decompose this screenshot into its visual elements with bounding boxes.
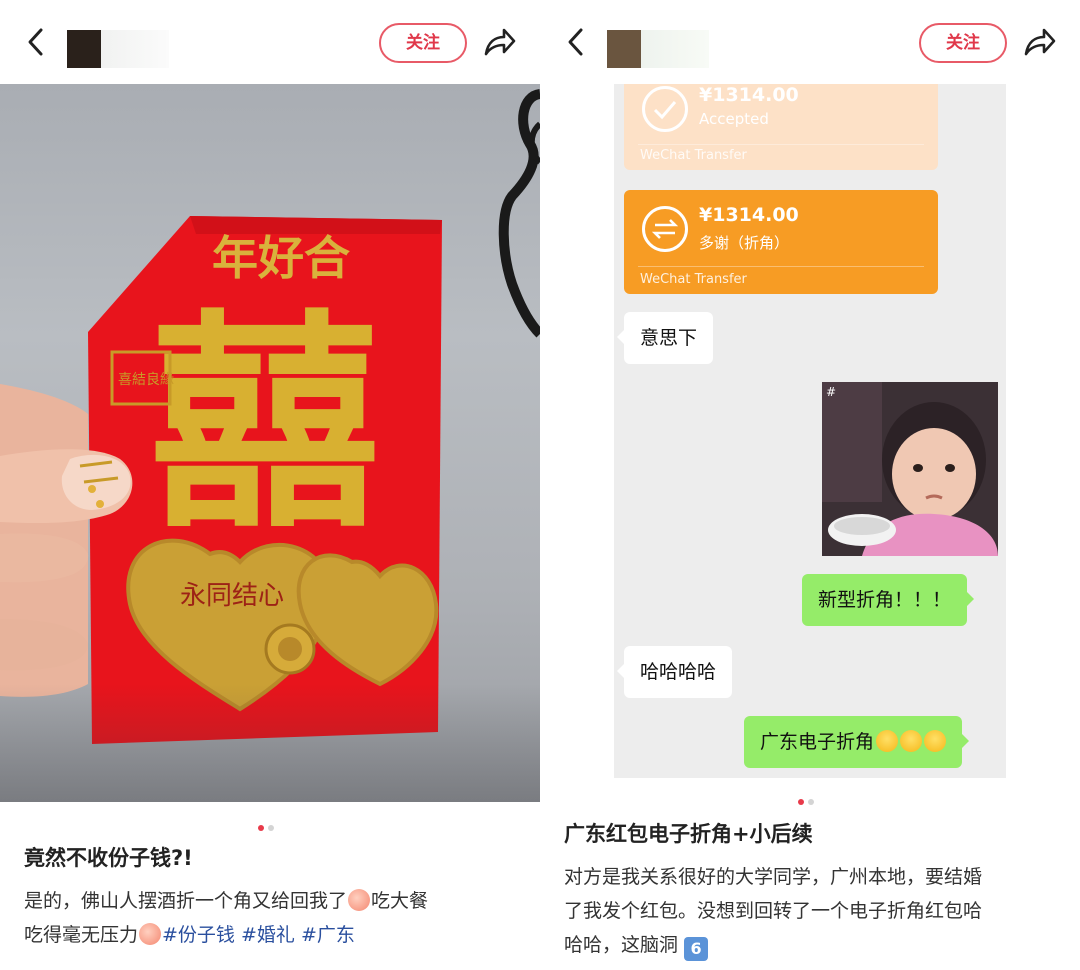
desc-text: 是的，佛山人摆酒折一个角又给回我了 [24, 890, 348, 912]
share-icon[interactable] [483, 26, 517, 58]
bubble-text: 广东电子折角 [760, 731, 875, 753]
carousel-dot[interactable] [268, 825, 274, 831]
svg-text:#: # [826, 385, 836, 399]
chat-bubble-sent: 新型折角！！！ [802, 574, 975, 626]
left-post: 关注 年好合 囍 喜結良緣 永同结心 竟然不收份子钱?! 是的，佛山人摆酒折一个… [0, 0, 540, 970]
envelope-top-text: 年好合 [212, 231, 350, 285]
transfer-amount: ¥1314.00 [699, 84, 799, 106]
post-photo[interactable]: 年好合 囍 喜結良緣 永同结心 [0, 84, 540, 802]
post-description: 对方是我关系很好的大学同学，广州本地，要结婚 了我发个红包。没想到回转了一个电子… [564, 860, 1054, 962]
peach-emoji-icon [348, 889, 371, 911]
divider [638, 266, 924, 267]
desc-text: 对方是我关系很好的大学同学，广州本地，要结婚 [564, 866, 983, 888]
transfer-brand: WeChat Transfer [640, 272, 747, 287]
check-circle-icon [642, 86, 688, 132]
author-name-blurred[interactable] [641, 30, 709, 68]
post-title: 竟然不收份子钱?! [24, 846, 193, 870]
carousel-dot[interactable] [808, 799, 814, 805]
divider [638, 144, 924, 145]
author-avatar[interactable] [67, 30, 101, 68]
seal-stamp-text: 喜結良緣 [118, 372, 174, 388]
author-name-blurred[interactable] [101, 30, 169, 68]
desc-text: 吃得毫无压力 [24, 924, 139, 946]
carousel-dot-active[interactable] [798, 799, 804, 805]
follow-button[interactable]: 关注 [919, 23, 1007, 63]
transfer-card[interactable]: ¥1314.00 多谢（折角） WeChat Transfer [624, 190, 938, 294]
hashtag-link[interactable]: #广东 [301, 924, 355, 946]
post-title: 广东红包电子折角+小后续 [564, 822, 813, 846]
post-header: 关注 [540, 0, 1080, 84]
transfer-status: Accepted [699, 110, 769, 128]
hashtag-link[interactable]: #婚礼 [241, 924, 295, 946]
follow-button[interactable]: 关注 [379, 23, 467, 63]
chat-bubble-received: 哈哈哈哈 [616, 646, 733, 698]
carousel-indicator [796, 790, 816, 805]
chat-bubble-sent: 广东电子折角 [744, 716, 970, 768]
transfer-arrows-icon [642, 206, 688, 252]
carousel-indicator [256, 816, 276, 831]
keycap-six-icon: 6 [684, 937, 709, 961]
desc-text: 哈哈，这脑洞 [564, 934, 679, 956]
back-arrow-icon[interactable] [562, 26, 590, 58]
transfer-note: 多谢（折角） [699, 234, 790, 252]
transfer-amount: ¥1314.00 [699, 204, 799, 226]
post-description: 是的，佛山人摆酒折一个角又给回我了 吃大餐 吃得毫无压力 #份子钱 #婚礼 #广东 [24, 884, 514, 952]
transfer-card-accepted: ¥1314.00 Accepted WeChat Transfer [624, 84, 938, 170]
right-post: 关注 ¥1314.00 Accepted WeChat Transfer ¥13… [540, 0, 1080, 970]
back-arrow-icon[interactable] [22, 26, 50, 58]
peach-emoji-icon [139, 923, 162, 945]
transfer-brand: WeChat Transfer [640, 148, 747, 163]
chat-bubble-received: 意思下 [616, 312, 714, 364]
laugh-cry-emoji-icon [924, 730, 947, 752]
sticker-image[interactable]: # [822, 382, 998, 556]
author-avatar[interactable] [607, 30, 641, 68]
heart-text: 永同结心 [180, 581, 284, 611]
desc-text: 吃大餐 [371, 890, 429, 912]
photo-shadow [0, 684, 540, 802]
hashtag-link[interactable]: #份子钱 [162, 924, 235, 946]
post-header: 关注 [0, 0, 540, 84]
desc-text: 了我发个红包。没想到回转了一个电子折角红包哈 [564, 900, 983, 922]
carousel-dot-active[interactable] [258, 825, 264, 831]
share-icon[interactable] [1023, 26, 1057, 58]
chat-screenshot[interactable]: ¥1314.00 Accepted WeChat Transfer ¥1314.… [614, 84, 1006, 778]
double-happiness-char: 囍 [150, 289, 380, 559]
laugh-cry-emoji-icon [900, 730, 923, 752]
laugh-cry-emoji-icon [876, 730, 899, 752]
